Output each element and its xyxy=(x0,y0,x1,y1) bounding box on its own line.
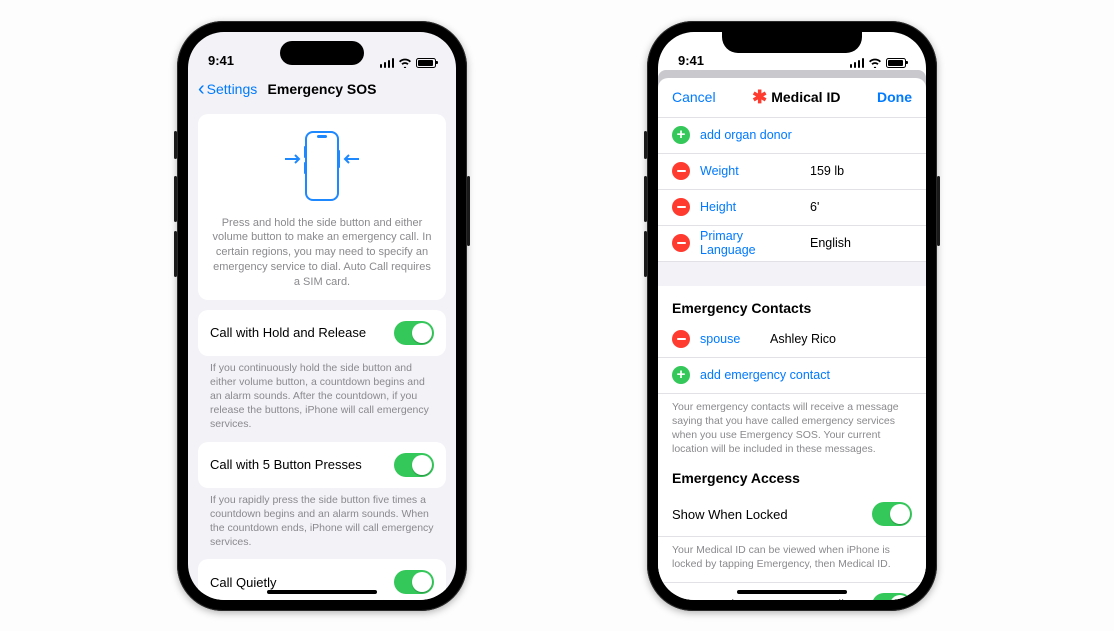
minus-icon xyxy=(672,330,690,348)
add-emergency-contact-label: add emergency contact xyxy=(700,368,830,382)
row-show-when-locked: Show When Locked xyxy=(658,492,926,537)
toggle-call-quietly[interactable] xyxy=(394,570,434,594)
wifi-icon xyxy=(398,58,412,68)
screen-medical-id: 9:41 Cancel ✱ Medical ID Done xyxy=(658,32,926,600)
emergency-access-title: Emergency Access xyxy=(658,456,926,492)
status-time: 9:41 xyxy=(678,53,704,68)
weight-key: Weight xyxy=(700,164,800,178)
battery-icon xyxy=(416,58,436,68)
nav-bar: ‹ Settings Emergency SOS xyxy=(188,72,456,106)
show-when-locked-caption: Your Medical ID can be viewed when iPhon… xyxy=(658,537,926,571)
emergency-contacts-title: Emergency Contacts xyxy=(658,286,926,322)
weight-value: 159 lb xyxy=(810,164,844,178)
row-label: Call with 5 Button Presses xyxy=(210,457,362,472)
language-value: English xyxy=(810,236,851,250)
toggle-call-hold-release[interactable] xyxy=(394,321,434,345)
language-key: Primary Language xyxy=(700,229,800,257)
row-primary-language[interactable]: Primary Language English xyxy=(658,226,926,262)
add-organ-donor-label: add organ donor xyxy=(700,128,792,142)
cellular-icon xyxy=(380,58,395,68)
contact-relation: spouse xyxy=(700,332,760,346)
cancel-button[interactable]: Cancel xyxy=(672,89,716,105)
page-title: Emergency SOS xyxy=(188,81,456,97)
instructions-text: Press and hold the side button and eithe… xyxy=(210,216,434,290)
row-footer: If you continuously hold the side button… xyxy=(198,356,446,432)
height-value: 6' xyxy=(810,200,819,214)
wifi-icon xyxy=(868,58,882,68)
plus-icon xyxy=(672,366,690,384)
sheet-navbar: Cancel ✱ Medical ID Done xyxy=(658,78,926,118)
sheet-scroll[interactable]: add organ donor Weight 159 lb Height 6' … xyxy=(658,118,926,600)
minus-icon xyxy=(672,162,690,180)
contact-name: Ashley Rico xyxy=(770,332,836,346)
iphone-left: 9:41 ‹ Settings Emergency SOS xyxy=(177,21,467,611)
sheet-title: ✱ Medical ID xyxy=(752,89,840,105)
minus-icon xyxy=(672,234,690,252)
toggle-show-when-locked[interactable] xyxy=(872,502,912,526)
dynamic-island xyxy=(280,41,364,65)
settings-scroll[interactable]: Press and hold the side button and eithe… xyxy=(188,106,456,600)
toggle-share-during-call[interactable] xyxy=(872,593,912,600)
minus-icon xyxy=(672,198,690,216)
done-button[interactable]: Done xyxy=(877,89,912,105)
status-time: 9:41 xyxy=(208,53,234,68)
row-footer: If you rapidly press the side button fiv… xyxy=(198,488,446,550)
row-weight[interactable]: Weight 159 lb xyxy=(658,154,926,190)
cellular-icon xyxy=(850,58,865,68)
row-label: Call Quietly xyxy=(210,575,276,590)
row-emergency-contact[interactable]: spouse Ashley Rico xyxy=(658,322,926,358)
iphone-right: 9:41 Cancel ✱ Medical ID Done xyxy=(647,21,937,611)
sos-illustration xyxy=(210,128,434,206)
battery-icon xyxy=(886,58,906,68)
instructions-card: Press and hold the side button and eithe… xyxy=(198,114,446,300)
height-key: Height xyxy=(700,200,800,214)
medical-id-icon: ✱ xyxy=(752,93,767,102)
row-height[interactable]: Height 6' xyxy=(658,190,926,226)
row-label: Show When Locked xyxy=(672,507,788,522)
row-call-5-presses: Call with 5 Button Presses xyxy=(198,442,446,488)
home-indicator[interactable] xyxy=(267,590,377,594)
row-label: Call with Hold and Release xyxy=(210,325,366,340)
row-add-organ-donor[interactable]: add organ donor xyxy=(658,118,926,154)
row-label: Share During Emergency Call xyxy=(672,597,844,599)
medical-id-sheet: Cancel ✱ Medical ID Done add organ donor… xyxy=(658,78,926,600)
screen-emergency-sos: 9:41 ‹ Settings Emergency SOS xyxy=(188,32,456,600)
toggle-call-5-presses[interactable] xyxy=(394,453,434,477)
row-add-emergency-contact[interactable]: add emergency contact xyxy=(658,358,926,394)
row-call-hold-release: Call with Hold and Release xyxy=(198,310,446,356)
home-indicator[interactable] xyxy=(737,590,847,594)
plus-icon xyxy=(672,126,690,144)
notch xyxy=(722,32,862,53)
emergency-contacts-caption: Your emergency contacts will receive a m… xyxy=(658,394,926,457)
